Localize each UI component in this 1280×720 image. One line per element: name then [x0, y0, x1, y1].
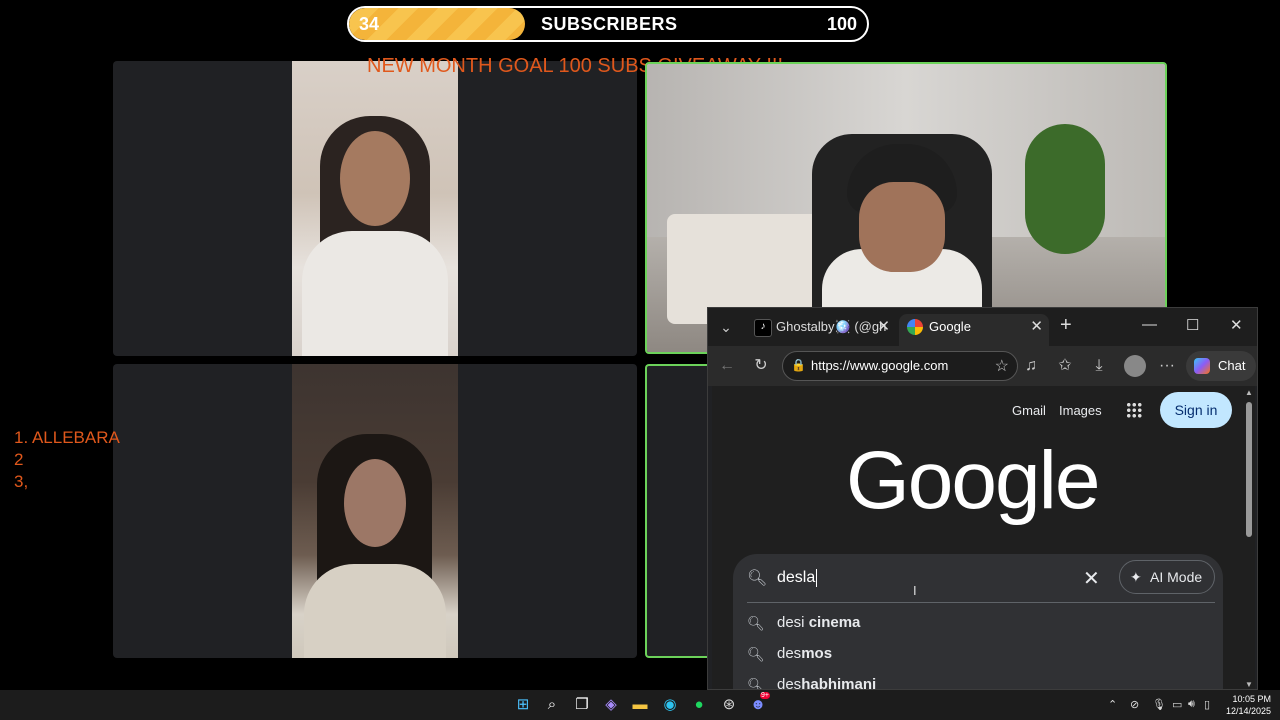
favorite-star-icon[interactable]: ☆ — [995, 356, 1009, 376]
tab-actions-menu-icon[interactable]: ⌄ — [714, 316, 738, 338]
gmail-link[interactable]: Gmail — [1012, 403, 1046, 418]
winner-entry: 3, — [14, 472, 29, 491]
page-scrollbar[interactable]: ▲ ▼ — [1244, 386, 1255, 689]
copilot-icon[interactable]: ◈ — [601, 695, 621, 715]
suggestion-completion: habhimani — [801, 676, 877, 690]
copilot-chat-button[interactable]: Chat — [1186, 351, 1256, 381]
network-off-icon[interactable]: ⊘ — [1130, 698, 1139, 711]
scroll-down-icon[interactable]: ▼ — [1245, 680, 1253, 689]
task-view-icon[interactable]: ❐ — [572, 695, 592, 715]
browser-toolbar: ← ↻ 🔒 https://www.google.com ☆ ♫ ✩ ⤓ ···… — [708, 346, 1257, 386]
clock-date: 12/14/2025 — [1226, 706, 1272, 716]
ai-search-icon: ✦ — [1130, 569, 1142, 585]
refresh-icon[interactable]: ↻ — [750, 355, 772, 377]
more-menu-icon[interactable]: ··· — [1156, 355, 1178, 377]
close-tab-icon[interactable]: ✕ — [877, 314, 890, 340]
suggestion-prefix: des — [777, 645, 802, 662]
participant-video — [292, 364, 458, 658]
suggestion-completion: cinema — [804, 614, 861, 631]
search-icon: 🔍︎ — [747, 646, 765, 662]
tab-tiktok[interactable]: ♪ Ghostalby🪩 (@gh ✕ — [746, 314, 896, 346]
tab-label: Ghostalby🪩 (@gh — [776, 319, 887, 334]
tab-strip: ⌄ ♪ Ghostalby🪩 (@gh ✕ Google ✕ + — ☐ ✕ — [708, 308, 1257, 346]
taskbar: ⊞ ⌕ ❐ ◈ ▬ ◉ ● ⊛ ☻ 9+ ⌃ ⊘ 🎙︎ ▭ 🔊︎ ▯ 10:05… — [0, 690, 1280, 720]
close-window-icon[interactable]: ✕ — [1230, 316, 1243, 334]
clear-search-icon[interactable]: ✕ — [1083, 566, 1100, 591]
video-tile-participant-2 — [113, 364, 637, 658]
text-cursor-icon: I — [913, 583, 917, 598]
suggestion-prefix: des — [777, 676, 802, 690]
search-query-text: desla — [777, 569, 816, 587]
search-icon: 🔍︎ — [747, 615, 765, 631]
clock-time: 10:05 PM — [1232, 694, 1272, 704]
favorites-icon[interactable]: ✩ — [1054, 355, 1076, 377]
volume-icon[interactable]: 🔊︎ — [1188, 698, 1195, 711]
search-icon[interactable]: ⌕ — [542, 695, 562, 715]
subscriber-goal-bar: 34 SUBSCRIBERS 100 — [347, 6, 869, 42]
system-clock[interactable]: 10:05 PM 12/14/2025 — [1226, 693, 1271, 717]
media-control-icon[interactable]: ♫ — [1020, 355, 1042, 377]
display-icon[interactable]: ▭ — [1172, 698, 1182, 711]
suggestion-prefix: desi — [777, 614, 805, 631]
search-icon: 🔍︎ — [747, 570, 768, 587]
tab-label: Google — [929, 319, 971, 334]
google-icon — [907, 319, 923, 335]
search-icon: 🔍︎ — [747, 677, 765, 690]
ai-mode-button[interactable]: ✦ AI Mode — [1119, 560, 1215, 594]
address-bar[interactable]: 🔒 https://www.google.com ☆ — [782, 351, 1018, 381]
suggestion-completion: mos — [801, 645, 833, 662]
search-box[interactable]: 🔍︎ desla ✕ ✦ AI Mode 🔍︎ desi cinema 🔍︎ d… — [733, 554, 1223, 690]
obs-icon[interactable]: ⊛ — [719, 695, 739, 715]
video-tile-participant-4 — [645, 364, 715, 658]
new-tab-icon[interactable]: + — [1060, 314, 1072, 337]
apps-grid-icon[interactable] — [1126, 402, 1142, 418]
close-tab-icon[interactable]: ✕ — [1030, 314, 1043, 340]
battery-icon[interactable]: ▯ — [1204, 698, 1210, 711]
profile-avatar-icon[interactable] — [1124, 355, 1146, 377]
spotify-icon[interactable]: ● — [689, 695, 709, 715]
participant-video — [292, 61, 458, 356]
show-hidden-icons-icon[interactable]: ⌃ — [1108, 698, 1117, 711]
file-explorer-icon[interactable]: ▬ — [630, 695, 650, 715]
lock-icon: 🔒 — [791, 358, 806, 372]
tiktok-icon: ♪ — [754, 319, 772, 337]
winner-entry: 2 — [14, 450, 24, 469]
google-homepage: Gmail Images Sign in Google 🔍︎ desla ✕ ✦… — [712, 386, 1244, 690]
google-logo: Google — [846, 435, 1100, 526]
divider — [747, 602, 1215, 603]
goal-current-count: 34 — [359, 14, 380, 34]
maximize-icon[interactable]: ☐ — [1186, 316, 1199, 334]
windows-start-icon[interactable]: ⊞ — [513, 695, 533, 715]
sign-in-button[interactable]: Sign in — [1160, 392, 1232, 428]
minimize-icon[interactable]: — — [1142, 316, 1157, 333]
images-link[interactable]: Images — [1059, 403, 1102, 418]
downloads-icon[interactable]: ⤓ — [1088, 355, 1110, 377]
ai-mode-label: AI Mode — [1150, 569, 1203, 585]
winner-entry: 1. ALLEBARA — [14, 428, 120, 447]
goal-title: SUBSCRIBERS — [541, 14, 678, 34]
address-url: https://www.google.com — [811, 358, 949, 373]
edge-browser-icon[interactable]: ◉ — [660, 695, 680, 715]
video-tile-participant-1 — [113, 61, 637, 356]
copilot-icon — [1194, 358, 1210, 374]
scrollbar-thumb[interactable] — [1246, 402, 1252, 537]
goal-target-count: 100 — [826, 14, 857, 34]
tab-google[interactable]: Google ✕ — [899, 314, 1049, 346]
scroll-up-icon[interactable]: ▲ — [1245, 388, 1253, 397]
browser-window: ⌄ ♪ Ghostalby🪩 (@gh ✕ Google ✕ + — ☐ ✕ ←… — [707, 307, 1258, 690]
microphone-icon[interactable]: 🎙︎ — [1152, 698, 1166, 711]
giveaway-winners-list: 1. ALLEBARA 2 3, — [14, 427, 120, 493]
back-icon[interactable]: ← — [716, 355, 738, 377]
chat-label: Chat — [1218, 358, 1246, 373]
search-input[interactable]: desla — [777, 569, 818, 587]
notification-badge: 9+ — [760, 692, 770, 699]
